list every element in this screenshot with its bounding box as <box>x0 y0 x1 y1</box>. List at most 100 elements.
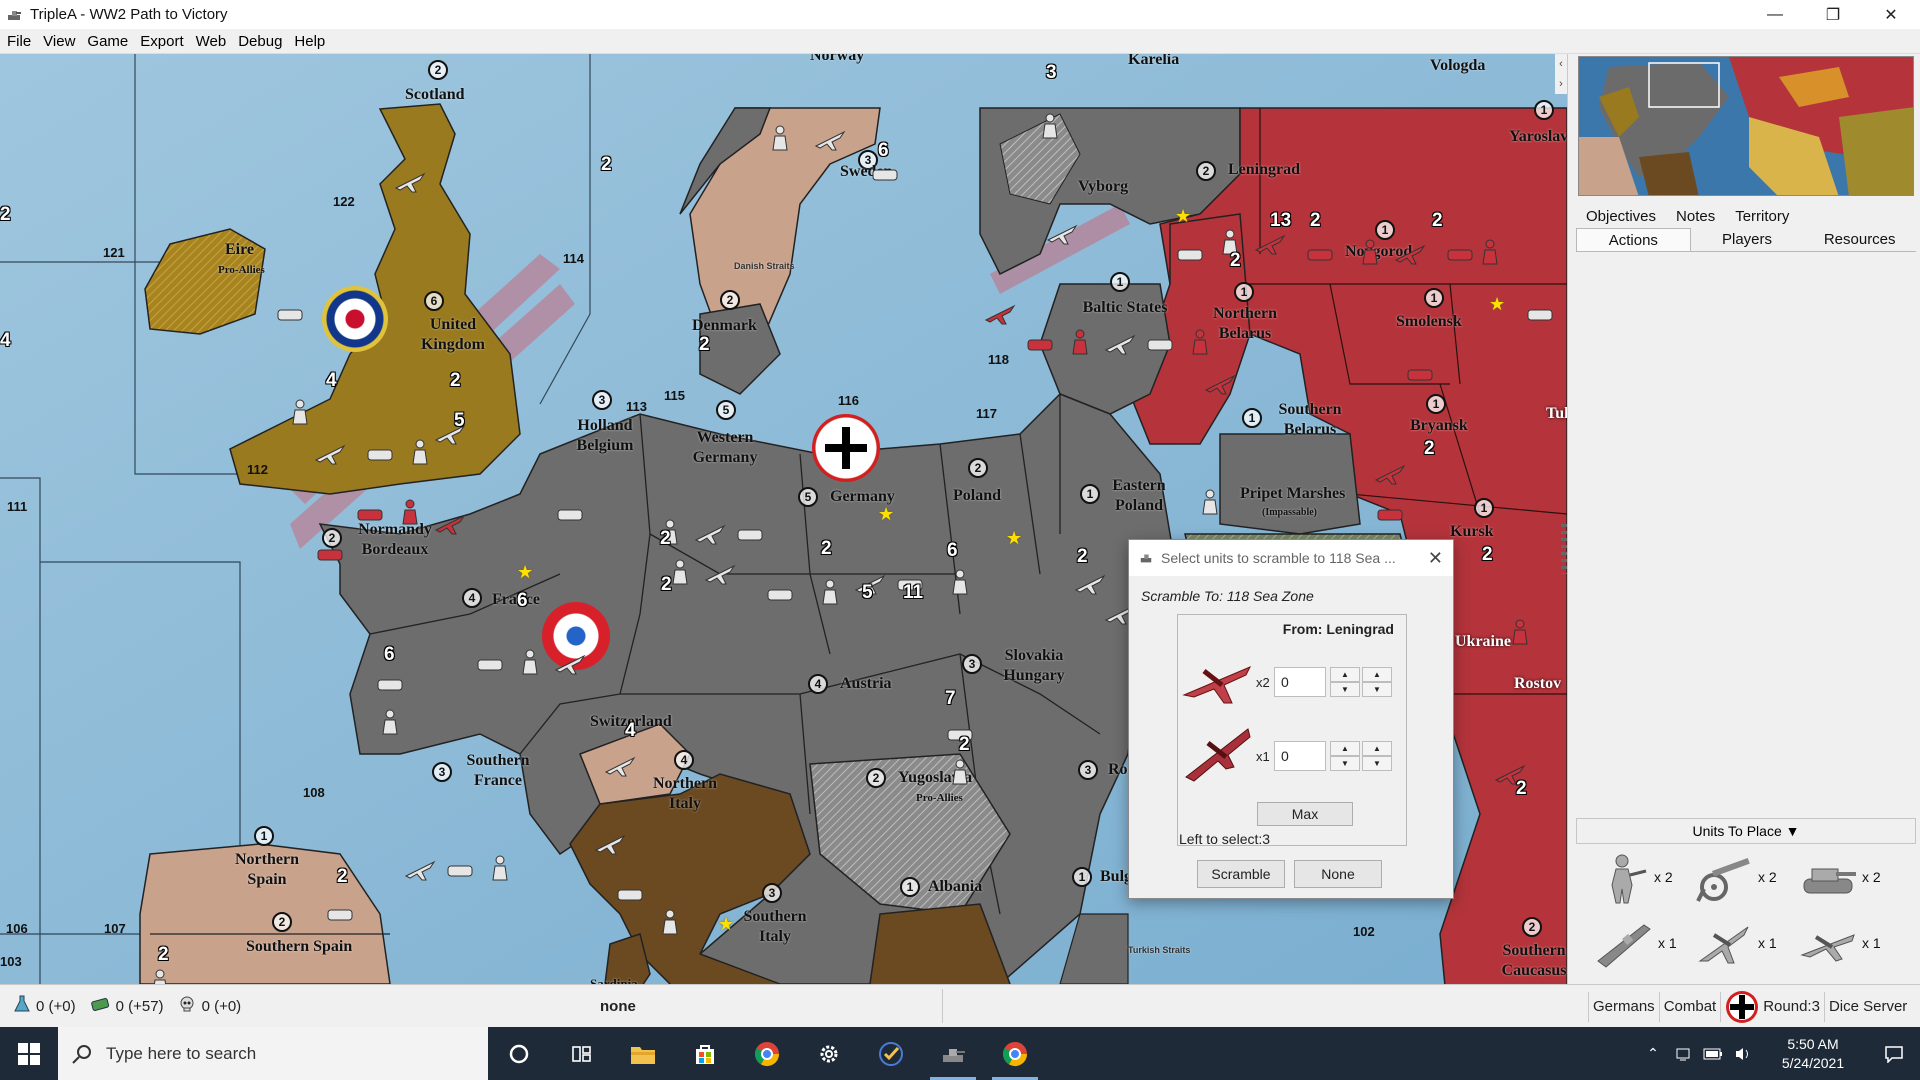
taskbar-clock[interactable]: 5:50 AM 5/24/2021 <box>1758 1035 1868 1073</box>
units-to-place-toggle[interactable]: Units To Place ▼ <box>1576 818 1916 844</box>
fighter-icon[interactable] <box>1694 915 1754 971</box>
artillery-icon[interactable] <box>1694 849 1754 905</box>
map-unit-icon[interactable] <box>1177 249 1203 261</box>
notifications-icon[interactable] <box>1868 1045 1920 1063</box>
triplea-taskbar-button[interactable] <box>922 1027 984 1080</box>
map-unit-icon[interactable] <box>317 549 343 561</box>
map-unit-icon[interactable] <box>292 399 308 425</box>
minimap[interactable] <box>1578 56 1914 196</box>
down-arrow-icon[interactable]: ▼ <box>1330 756 1360 771</box>
max-button[interactable]: Max <box>1257 802 1353 826</box>
map-unit-icon[interactable] <box>557 509 583 521</box>
map-unit-icon[interactable] <box>662 909 678 935</box>
tactical-bomber-icon[interactable] <box>1798 915 1858 971</box>
map-unit-icon[interactable] <box>1042 113 1058 139</box>
map-unit-icon[interactable] <box>1374 464 1406 485</box>
map-unit-icon[interactable] <box>952 569 968 595</box>
menu-view[interactable]: View <box>37 33 81 50</box>
map-unit-icon[interactable] <box>1147 339 1173 351</box>
battery-icon[interactable] <box>1698 1048 1728 1060</box>
map-unit-icon[interactable] <box>402 499 418 525</box>
map-unit-icon[interactable] <box>672 559 688 585</box>
map-unit-icon[interactable] <box>277 309 303 321</box>
map-unit-icon[interactable] <box>394 172 426 193</box>
map-unit-icon[interactable] <box>694 524 726 545</box>
fighter-quantity-input[interactable]: 0 <box>1274 667 1326 697</box>
map-unit-icon[interactable] <box>382 709 398 735</box>
map-unit-icon[interactable] <box>604 756 636 777</box>
cortana-button[interactable] <box>488 1027 550 1080</box>
map-unit-icon[interactable] <box>1362 239 1378 265</box>
store-button[interactable] <box>674 1027 736 1080</box>
tab-actions[interactable]: Actions <box>1576 228 1691 251</box>
map-unit-icon[interactable] <box>814 130 846 151</box>
minimize-button[interactable]: — <box>1746 0 1804 29</box>
map-unit-icon[interactable] <box>554 654 586 675</box>
map-unit-icon[interactable] <box>767 589 793 601</box>
map-unit-icon[interactable] <box>1074 574 1106 595</box>
up-arrow-icon[interactable]: ▲ <box>1330 667 1360 682</box>
map-unit-icon[interactable] <box>1447 249 1473 261</box>
chevron-up-icon[interactable]: ⌃ <box>1638 1045 1668 1062</box>
map-unit-icon[interactable] <box>153 969 167 984</box>
map-unit-icon[interactable] <box>327 909 353 921</box>
map-unit-icon[interactable] <box>434 514 466 535</box>
dialog-close-icon[interactable]: ✕ <box>1428 548 1443 569</box>
map-unit-icon[interactable] <box>1512 619 1528 645</box>
increment-stepper[interactable]: ▲ ▼ <box>1330 741 1360 771</box>
windows-start-button[interactable] <box>0 1027 58 1080</box>
map-unit-icon[interactable] <box>704 564 736 585</box>
tab-resources[interactable]: Resources <box>1803 228 1916 251</box>
map-unit-icon[interactable] <box>594 834 626 855</box>
down-arrow-icon[interactable]: ▼ <box>1330 682 1360 697</box>
chrome-profile-button[interactable] <box>984 1027 1046 1080</box>
tab-notes[interactable]: Notes <box>1666 206 1725 228</box>
map-unit-icon[interactable] <box>1527 309 1553 321</box>
menu-export[interactable]: Export <box>134 33 189 50</box>
menu-file[interactable]: File <box>0 33 37 50</box>
map-unit-icon[interactable] <box>1027 339 1053 351</box>
max-stepper[interactable]: ▲ ▼ <box>1362 741 1392 771</box>
map-unit-icon[interactable] <box>1377 509 1403 521</box>
map-unit-icon[interactable] <box>404 860 436 881</box>
todo-button[interactable] <box>860 1027 922 1080</box>
map-unit-icon[interactable] <box>1104 334 1136 355</box>
map-unit-icon[interactable] <box>822 579 838 605</box>
tank-icon[interactable] <box>1798 849 1858 905</box>
map-unit-icon[interactable] <box>984 304 1016 325</box>
map-unit-icon[interactable] <box>1072 329 1088 355</box>
map-unit-icon[interactable] <box>367 449 393 461</box>
tab-players[interactable]: Players <box>1691 228 1804 251</box>
map-unit-icon[interactable] <box>447 865 473 877</box>
map-unit-icon[interactable] <box>1254 234 1286 255</box>
map-unit-icon[interactable] <box>1192 329 1208 355</box>
close-button[interactable]: ✕ <box>1862 0 1920 29</box>
map-unit-icon[interactable] <box>477 659 503 671</box>
map-unit-icon[interactable] <box>1394 244 1426 265</box>
map-unit-icon[interactable] <box>314 444 346 465</box>
tab-objectives[interactable]: Objectives <box>1576 206 1666 228</box>
bomber-quantity-input[interactable]: 0 <box>1274 741 1326 771</box>
map-unit-icon[interactable] <box>772 125 788 151</box>
file-explorer-button[interactable] <box>612 1027 674 1080</box>
infantry-icon[interactable] <box>1594 849 1650 905</box>
max-stepper[interactable]: ▲ ▼ <box>1362 667 1392 697</box>
device-icon[interactable] <box>1668 1046 1698 1062</box>
map-unit-icon[interactable] <box>872 169 898 181</box>
map-unit-icon[interactable] <box>1202 489 1218 515</box>
menu-debug[interactable]: Debug <box>232 33 288 50</box>
map-unit-icon[interactable] <box>492 855 508 881</box>
volume-icon[interactable] <box>1728 1046 1758 1062</box>
restore-button[interactable]: ❐ <box>1804 0 1862 29</box>
map-unit-icon[interactable] <box>737 529 763 541</box>
map-unit-icon[interactable] <box>412 439 428 465</box>
menu-web[interactable]: Web <box>190 33 233 50</box>
taskbar-search-box[interactable]: Type here to search <box>58 1027 488 1080</box>
up-arrow-icon[interactable]: ▲ <box>1330 741 1360 756</box>
destroyer-icon[interactable] <box>1594 915 1654 971</box>
increment-stepper[interactable]: ▲ ▼ <box>1330 667 1360 697</box>
map-unit-icon[interactable] <box>1204 374 1236 395</box>
map-unit-icon[interactable] <box>617 889 643 901</box>
map-unit-icon[interactable] <box>357 509 383 521</box>
none-button[interactable]: None <box>1294 860 1382 888</box>
